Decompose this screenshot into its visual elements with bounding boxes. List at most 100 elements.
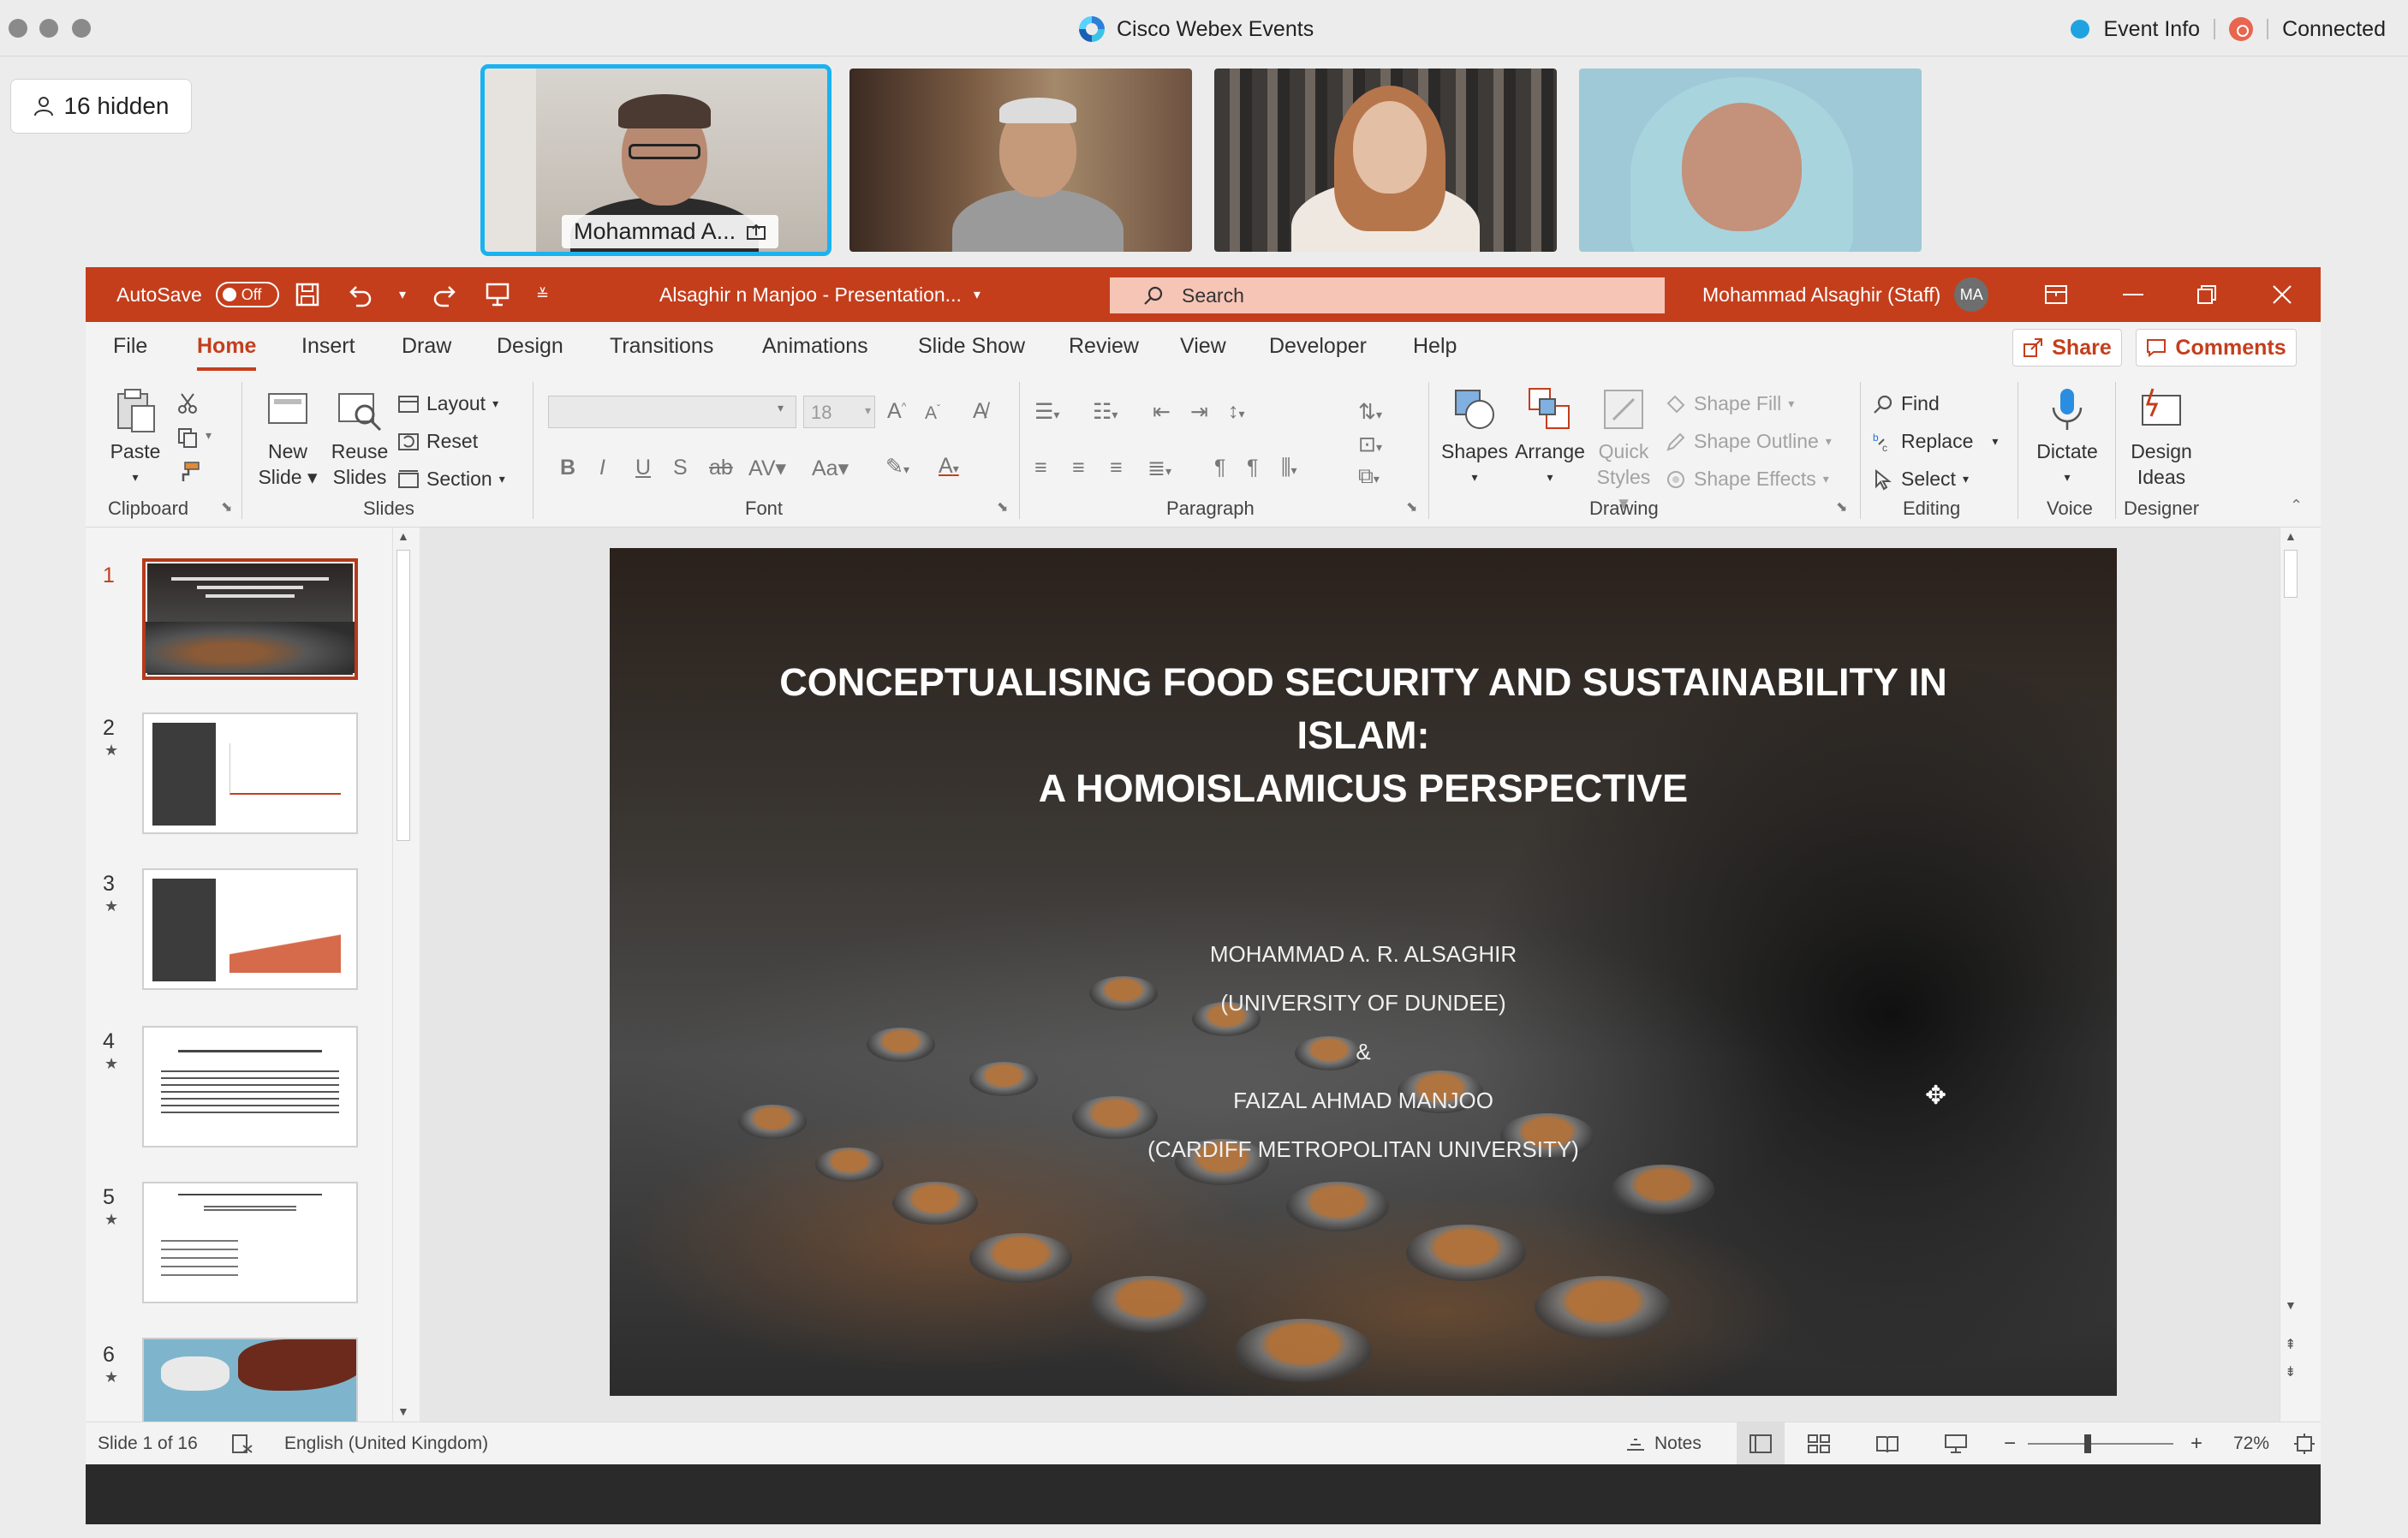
- shapes-button[interactable]: Shapes ▾: [1439, 385, 1511, 490]
- quick-styles-button[interactable]: Quick Styles ▾: [1589, 385, 1658, 516]
- video-tile-active-speaker[interactable]: Mohammad A...: [480, 64, 831, 256]
- customize-toolbar-icon[interactable]: ≚: [536, 286, 549, 304]
- paragraph-launcher-icon[interactable]: ⬊: [1406, 498, 1417, 516]
- share-button[interactable]: Share: [2012, 329, 2122, 367]
- slide-show-view-icon[interactable]: [1944, 1422, 1968, 1465]
- character-spacing-icon[interactable]: AV▾: [748, 456, 786, 481]
- video-tile-participant-2[interactable]: [849, 69, 1192, 252]
- arrange-button[interactable]: Arrange ▾: [1514, 385, 1586, 490]
- comments-button[interactable]: Comments: [2136, 329, 2297, 367]
- close-icon[interactable]: [2244, 267, 2321, 322]
- next-slide-icon[interactable]: ⇟: [2285, 1363, 2296, 1380]
- justify-icon[interactable]: ≣▾: [1147, 456, 1171, 481]
- zoom-out-button[interactable]: −: [2004, 1422, 2016, 1465]
- clear-formatting-icon[interactable]: A̸: [973, 399, 987, 424]
- font-name-field[interactable]: [548, 396, 796, 428]
- scroll-up-icon[interactable]: ▲: [397, 529, 409, 543]
- italic-icon[interactable]: I: [599, 456, 605, 480]
- copy-dropdown-icon[interactable]: ▾: [206, 428, 212, 443]
- highlight-icon[interactable]: ✎▾: [885, 454, 909, 480]
- convert-to-smartart-icon[interactable]: ⧉▾: [1358, 464, 1380, 489]
- design-ideas-button[interactable]: Design Ideas: [2124, 385, 2199, 490]
- line-spacing-icon[interactable]: ↕▾: [1228, 399, 1245, 424]
- scroll-down-icon[interactable]: ▼: [397, 1404, 409, 1418]
- slide-thumbnail-3[interactable]: [142, 868, 358, 990]
- cut-icon[interactable]: [176, 392, 199, 414]
- close-window-button[interactable]: [9, 19, 27, 38]
- new-slide-button[interactable]: New Slide ▾: [253, 385, 322, 490]
- accessibility-icon[interactable]: [231, 1422, 253, 1465]
- bold-icon[interactable]: B: [560, 456, 575, 480]
- shape-effects-button[interactable]: Shape Effects ▾: [1665, 468, 1829, 491]
- change-case-icon[interactable]: Aa▾: [812, 456, 849, 481]
- increase-indent-icon[interactable]: ⇥: [1190, 399, 1208, 425]
- undo-dropdown-icon[interactable]: ▾: [399, 286, 406, 303]
- slide-thumbnail-1[interactable]: [142, 558, 358, 680]
- previous-slide-icon[interactable]: ⇞: [2285, 1336, 2296, 1353]
- minimize-window-button[interactable]: [39, 19, 58, 38]
- tab-home[interactable]: Home: [197, 334, 257, 371]
- slide-canvas[interactable]: CONCEPTUALISING FOOD SECURITY AND SUSTAI…: [610, 548, 2117, 1396]
- slide-thumbnail-2[interactable]: [142, 712, 358, 834]
- tab-slide-show[interactable]: Slide Show: [918, 334, 1025, 359]
- tab-view[interactable]: View: [1180, 334, 1226, 359]
- columns-icon[interactable]: ⫼▾: [1281, 456, 1297, 480]
- avatar[interactable]: MA: [1954, 277, 1989, 312]
- tab-draw[interactable]: Draw: [402, 334, 451, 359]
- reset-button[interactable]: Reset: [397, 430, 478, 453]
- collapse-ribbon-icon[interactable]: ⌃: [2290, 497, 2303, 515]
- font-launcher-icon[interactable]: ⬊: [997, 498, 1008, 516]
- fit-slide-icon[interactable]: [2293, 1422, 2316, 1465]
- font-name-dropdown-icon[interactable]: ▾: [778, 401, 784, 415]
- tab-help[interactable]: Help: [1413, 334, 1457, 359]
- thumbnail-scrollbar[interactable]: ▲ ▼: [392, 528, 413, 1422]
- document-title[interactable]: Alsaghir n Manjoo - Presentation...: [659, 283, 962, 307]
- language-indicator[interactable]: English (United Kingdom): [284, 1422, 488, 1465]
- layout-button[interactable]: Layout ▾: [397, 392, 498, 415]
- align-center-icon[interactable]: ≡: [1072, 456, 1085, 480]
- slide-sorter-icon[interactable]: [1807, 1422, 1831, 1465]
- strikethrough-icon[interactable]: ab: [709, 456, 733, 480]
- slide-thumbnail-6[interactable]: [142, 1338, 358, 1422]
- bullets-icon[interactable]: ☰▾: [1034, 399, 1059, 425]
- slide-scroll-thumb[interactable]: [2284, 550, 2298, 598]
- zoom-slider-track[interactable]: [2028, 1443, 2173, 1445]
- clipboard-launcher-icon[interactable]: ⬊: [221, 498, 232, 516]
- drawing-launcher-icon[interactable]: ⬊: [1836, 498, 1847, 516]
- reading-view-icon[interactable]: [1875, 1422, 1899, 1465]
- save-icon[interactable]: [295, 282, 320, 307]
- recording-icon[interactable]: [2229, 17, 2254, 41]
- underline-icon[interactable]: U: [635, 456, 651, 480]
- shape-fill-button[interactable]: Shape Fill ▾: [1665, 392, 1794, 415]
- dictate-button[interactable]: Dictate ▾: [2030, 385, 2105, 490]
- tab-transitions[interactable]: Transitions: [610, 334, 713, 359]
- present-from-beginning-icon[interactable]: [485, 282, 510, 307]
- zoom-slider-thumb[interactable]: [2084, 1434, 2091, 1453]
- zoom-in-button[interactable]: +: [2190, 1422, 2202, 1465]
- video-tile-participant-4[interactable]: [1579, 69, 1922, 252]
- paste-button[interactable]: Paste ▾: [101, 385, 170, 490]
- numbering-icon[interactable]: ☷▾: [1093, 399, 1118, 425]
- autosave-toggle[interactable]: Off: [215, 282, 279, 307]
- restore-icon[interactable]: [2168, 267, 2245, 322]
- tab-review[interactable]: Review: [1069, 334, 1139, 359]
- increase-font-size-icon[interactable]: A^: [887, 399, 906, 424]
- slide-thumbnail-4[interactable]: [142, 1026, 358, 1148]
- redo-icon[interactable]: [432, 282, 459, 307]
- reuse-slides-button[interactable]: Reuse Slides: [325, 385, 394, 490]
- align-right-icon[interactable]: ≡: [1110, 456, 1123, 480]
- tab-insert[interactable]: Insert: [301, 334, 355, 359]
- tab-design[interactable]: Design: [497, 334, 563, 359]
- slide-scrollbar[interactable]: ▲ ▼ ⇞ ⇟: [2280, 528, 2300, 1422]
- search-box[interactable]: Search: [1110, 277, 1665, 313]
- slide-title[interactable]: CONCEPTUALISING FOOD SECURITY AND SUSTAI…: [661, 656, 2065, 815]
- thumbnail-scroll-thumb[interactable]: [396, 550, 410, 841]
- font-color-icon[interactable]: A▾: [939, 454, 959, 479]
- ltr-icon[interactable]: ¶: [1214, 456, 1225, 480]
- slide-subtitle[interactable]: MOHAMMAD A. R. ALSAGHIR (UNIVERSITY OF D…: [610, 930, 2117, 1174]
- hidden-participants-button[interactable]: 16 hidden: [10, 79, 192, 134]
- select-button[interactable]: Select ▾: [1872, 468, 1969, 491]
- format-painter-icon[interactable]: [176, 461, 200, 483]
- maximize-window-button[interactable]: [72, 19, 91, 38]
- undo-icon[interactable]: [346, 282, 373, 307]
